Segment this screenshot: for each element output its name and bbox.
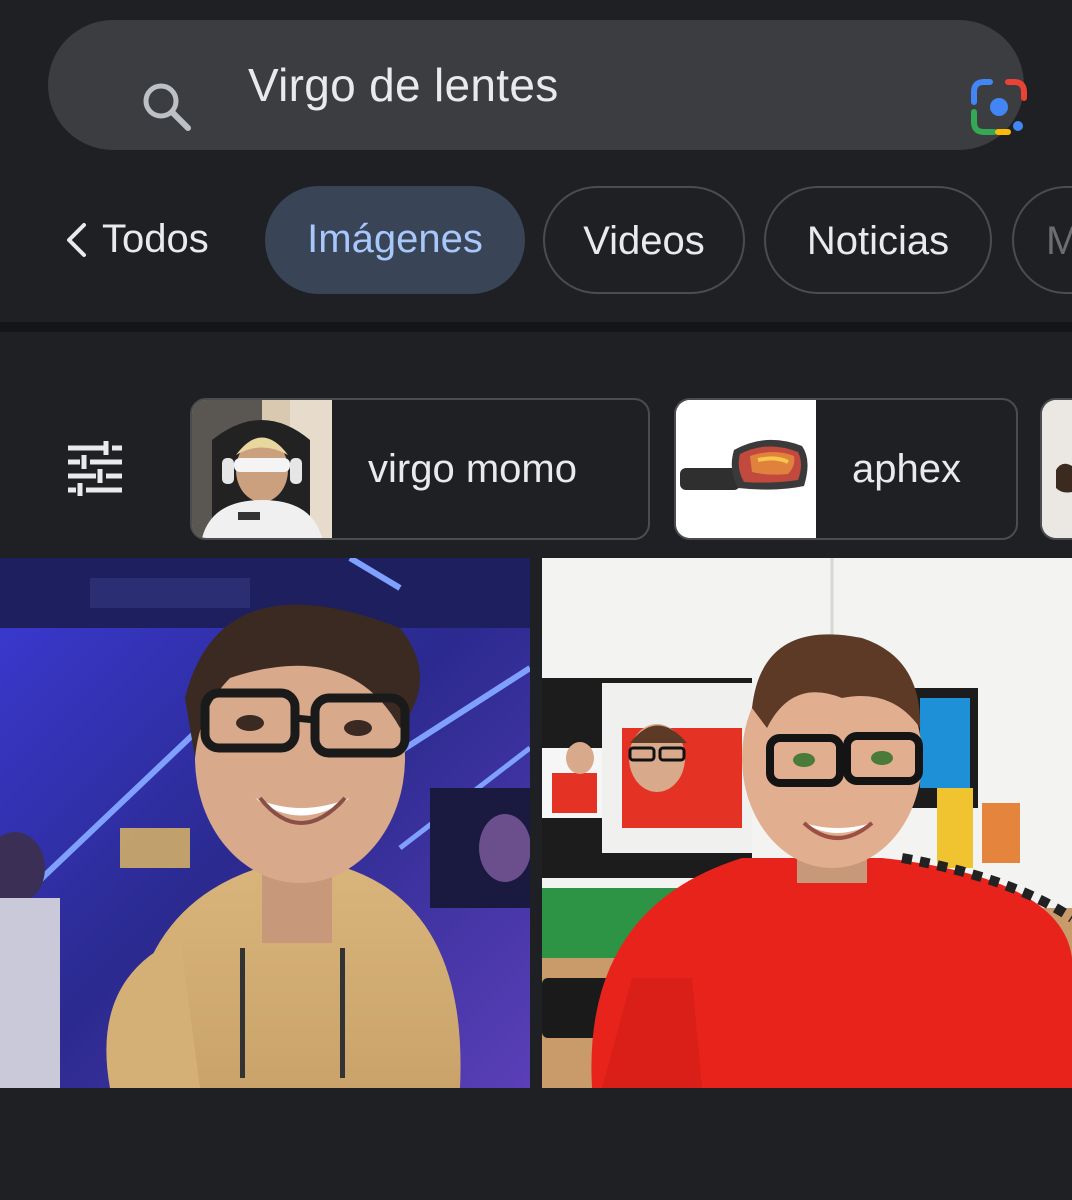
tab-videos[interactable]: Videos: [543, 186, 745, 294]
header: Virgo de lentes Todos Imágenes Videos No…: [0, 0, 1072, 322]
chip-label: virgo momo: [368, 447, 577, 491]
chip-aphex[interactable]: aphex: [674, 398, 1018, 540]
tab-imagenes[interactable]: Imágenes: [265, 186, 525, 294]
tab-more[interactable]: M: [1012, 186, 1072, 294]
tab-todos-label: Todos: [102, 217, 209, 261]
chip-label: aphex: [852, 447, 961, 491]
chip-partial[interactable]: [1040, 398, 1072, 540]
search-input[interactable]: Virgo de lentes: [248, 20, 559, 150]
tab-noticias[interactable]: Noticias: [764, 186, 992, 294]
search-tabs: Todos Imágenes Videos Noticias M: [0, 186, 1072, 294]
chip-virgo-momo[interactable]: virgo momo: [190, 398, 650, 540]
tab-todos[interactable]: Todos: [52, 186, 242, 294]
google-image-search-page: Virgo de lentes Todos Imágenes Videos No…: [0, 0, 1072, 1200]
chip-thumbnail: [192, 400, 332, 538]
chip-thumbnail: [676, 400, 816, 538]
image-result[interactable]: [0, 558, 530, 1088]
search-bar[interactable]: Virgo de lentes: [48, 20, 1027, 150]
google-lens-icon[interactable]: [968, 76, 1030, 138]
section-divider: [0, 322, 1072, 332]
image-result[interactable]: [542, 558, 1072, 1088]
filter-chips-row: virgo momo aphex: [0, 396, 1072, 542]
tune-filters-icon[interactable]: [66, 440, 124, 496]
chip-thumbnail: [1042, 400, 1072, 538]
result-photo: [542, 558, 1072, 1088]
search-icon[interactable]: [138, 78, 194, 134]
result-photo: [0, 558, 530, 1088]
chevron-left-icon: [67, 223, 86, 257]
